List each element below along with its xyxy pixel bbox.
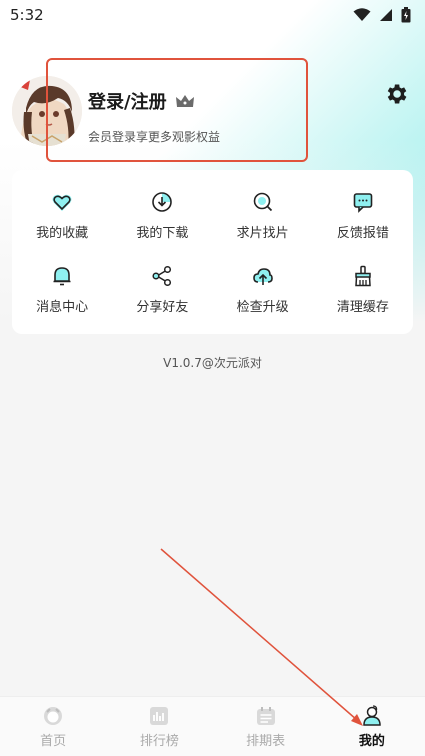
menu-item-request-film[interactable]: 求片找片 <box>213 178 313 252</box>
settings-button[interactable] <box>383 81 409 107</box>
menu-label: 反馈报错 <box>336 225 389 241</box>
ranking-icon <box>150 707 169 725</box>
menu-item-favorites[interactable]: 我的收藏 <box>12 178 112 252</box>
status-bar: 5:32 <box>0 0 425 30</box>
app-version: V1.0.7@次元派对 <box>163 356 262 370</box>
nav-label: 首页 <box>40 734 67 749</box>
menu-label: 我的下载 <box>136 225 189 241</box>
search-film-icon <box>253 192 272 211</box>
vip-subtitle: 会员登录享更多观影权益 <box>88 130 221 144</box>
menu-item-check-update[interactable]: 检查升级 <box>213 252 313 326</box>
wifi-icon <box>353 8 371 21</box>
menu-label: 清理缓存 <box>336 299 389 315</box>
upgrade-icon <box>252 267 273 285</box>
status-time: 5:32 <box>10 6 44 24</box>
menu-label: 分享好友 <box>136 299 189 315</box>
avatar[interactable] <box>12 76 82 146</box>
home-icon <box>44 707 63 725</box>
nav-label: 排期表 <box>246 734 286 749</box>
nav-label: 排行榜 <box>139 734 179 749</box>
login-row[interactable]: 登录/注册 <box>88 88 220 114</box>
user-info[interactable]: 登录/注册 会员登录享更多观影权益 <box>88 88 220 145</box>
battery-icon <box>401 7 411 23</box>
crown-icon <box>175 95 194 107</box>
heart-icon <box>52 194 72 211</box>
menu-item-clear-cache[interactable]: 清理缓存 <box>313 252 413 326</box>
avatar-illustration <box>12 76 82 146</box>
nav-mine[interactable]: 我的 <box>319 697 425 756</box>
menu-item-downloads[interactable]: 我的下载 <box>112 178 212 252</box>
calendar-icon <box>256 707 275 725</box>
nav-home[interactable]: 首页 <box>0 697 106 756</box>
share-icon <box>152 265 172 286</box>
menu-item-share[interactable]: 分享好友 <box>112 252 212 326</box>
menu-label: 消息中心 <box>36 299 89 315</box>
status-icons <box>353 7 411 23</box>
menu-label: 我的收藏 <box>36 225 89 241</box>
profile-icon <box>363 705 381 726</box>
nav-label: 我的 <box>358 734 385 749</box>
gear-icon <box>387 84 407 104</box>
nav-schedule[interactable]: 排期表 <box>213 697 319 756</box>
bottom-nav: 首页 排行榜 排期表 我的 <box>0 696 425 756</box>
nav-ranking[interactable]: 排行榜 <box>106 697 212 756</box>
broom-icon <box>355 265 371 286</box>
download-icon <box>152 191 173 212</box>
menu-label: 求片找片 <box>236 225 289 241</box>
menu-item-feedback[interactable]: 反馈报错 <box>313 178 413 252</box>
menu-label: 检查升级 <box>236 299 289 315</box>
menu-item-messages[interactable]: 消息中心 <box>12 252 112 326</box>
login-register-link[interactable]: 登录/注册 <box>88 88 167 114</box>
menu-card: 我的收藏 我的下载 求片找片 反馈报错 消息中心 分享好友 检查升级 清理缓存 <box>12 170 413 334</box>
signal-icon <box>380 9 392 21</box>
feedback-icon <box>353 192 373 213</box>
bell-icon <box>53 266 71 285</box>
